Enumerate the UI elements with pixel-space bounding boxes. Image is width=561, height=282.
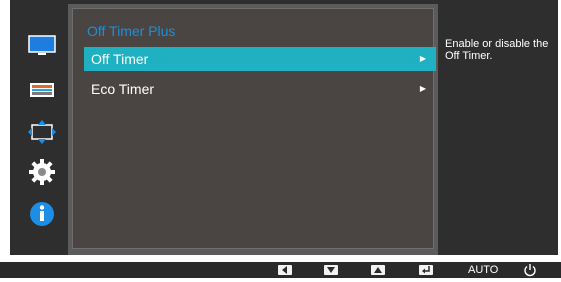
menu-item-label: Eco Timer: [91, 81, 155, 97]
picture-icon[interactable]: [28, 32, 56, 60]
menu-item-eco-timer[interactable]: Eco Timer ▶: [84, 77, 436, 101]
size-position-icon[interactable]: [28, 118, 56, 146]
auto-button[interactable]: AUTO: [468, 264, 498, 276]
help-description: Enable or disable the Off Timer.: [445, 38, 549, 62]
menu-panel: Off Timer Plus Off Timer ▶ Eco Timer ▶: [68, 4, 438, 255]
button-guide-bar: AUTO: [0, 262, 561, 278]
information-icon[interactable]: [28, 200, 56, 228]
chevron-right-icon: ▶: [419, 84, 426, 93]
setup-icon[interactable]: [28, 158, 56, 186]
chevron-right-icon: ▶: [419, 54, 426, 63]
color-icon[interactable]: [28, 76, 56, 104]
menu-title: Off Timer Plus: [87, 23, 176, 39]
left-icon[interactable]: [278, 265, 292, 275]
up-icon[interactable]: [371, 265, 385, 275]
osd-sidebar: [10, 0, 68, 255]
menu-item-off-timer[interactable]: Off Timer ▶: [84, 47, 436, 71]
menu-item-label: Off Timer: [91, 51, 149, 67]
power-icon[interactable]: [523, 263, 537, 277]
menu-panel-inner: Off Timer Plus Off Timer ▶ Eco Timer ▶: [72, 8, 436, 249]
enter-icon[interactable]: [419, 265, 433, 275]
down-icon[interactable]: [324, 265, 338, 275]
